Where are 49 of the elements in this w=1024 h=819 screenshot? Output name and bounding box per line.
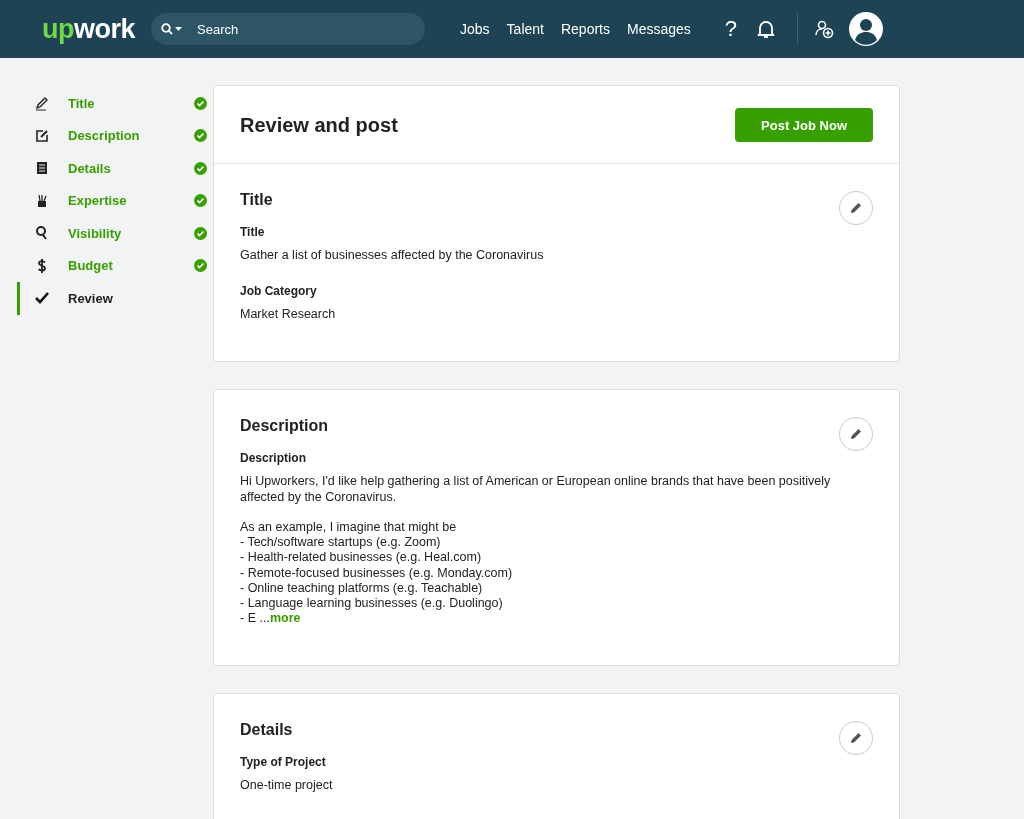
- edit-button[interactable]: [839, 721, 873, 756]
- section-title: Title: [240, 191, 273, 209]
- field-value: Gather a list of businesses affected by the Coronavirus: [240, 248, 545, 264]
- search-icon: [161, 23, 184, 35]
- avatar-icon[interactable]: [848, 11, 885, 47]
- section-title: Details: [240, 721, 293, 740]
- check-circle-icon: [194, 194, 207, 208]
- pencil-icon: [849, 427, 863, 442]
- page-title: Review and post: [240, 113, 398, 137]
- check-circle-icon: [194, 226, 207, 240]
- check-circle-icon: [194, 161, 207, 175]
- nav-link[interactable]: Messages: [627, 21, 691, 37]
- check-circle-icon: [194, 96, 207, 110]
- nav-link[interactable]: Reports: [560, 21, 610, 37]
- sidebar-item[interactable]: Expertise: [17, 184, 207, 217]
- search-bar[interactable]: Search: [151, 13, 426, 45]
- more-link[interactable]: more: [269, 611, 301, 626]
- check-circle-icon: [194, 129, 207, 143]
- logo[interactable]: upwork: [42, 13, 136, 45]
- search-field[interactable]: Search: [195, 20, 400, 38]
- sidebar-item[interactable]: Details: [17, 152, 207, 185]
- post-job-button[interactable]: Post Job Now: [735, 108, 873, 142]
- nav-link[interactable]: Talent: [506, 21, 544, 37]
- edit-icon: [34, 127, 50, 144]
- field-label: Description: [240, 451, 307, 466]
- pencil-icon: [34, 95, 50, 112]
- field-value: Market Research: [240, 307, 337, 323]
- field-label: Type of Project: [240, 755, 327, 770]
- list-icon: [34, 160, 50, 177]
- edit-button[interactable]: [839, 191, 873, 225]
- nav-link[interactable]: Jobs: [460, 21, 490, 37]
- help-link[interactable]: ?: [724, 16, 738, 42]
- bell-icon[interactable]: [757, 19, 776, 39]
- field-value: Hi Upworkers, I'd like help gathering a list of American or European online brands that have been positively affected by the Coronavirus. As an example, I imagine that might be - Tech/software startups (e.g. Zoom) - Health-related businesses (e.g. Heal.com) - Remote-focused businesses (e.g. Monday.com) - Online teaching platforms (e.g. Teachable) - Language learning businesses (e.g. Duolingo) - E ...more: [240, 474, 832, 627]
- add-user-icon[interactable]: [814, 19, 835, 39]
- sidebar-item[interactable]: Description: [17, 119, 207, 152]
- field-label: Title: [240, 225, 266, 239]
- check-circle-icon: [194, 259, 207, 273]
- field-label: Job Category: [240, 284, 318, 299]
- sidebar-item[interactable]: Review: [17, 282, 207, 315]
- search-icon: [34, 225, 50, 242]
- sidebar-item[interactable]: Visibility: [17, 217, 207, 250]
- pencil-icon: [849, 201, 863, 215]
- sidebar-item[interactable]: Budget: [17, 249, 207, 282]
- field-value: One-time project: [240, 778, 334, 794]
- section-title: Description: [240, 417, 328, 436]
- sidebar-item[interactable]: Title: [17, 87, 207, 120]
- pencil-icon: [849, 731, 863, 746]
- edit-button[interactable]: [839, 417, 873, 452]
